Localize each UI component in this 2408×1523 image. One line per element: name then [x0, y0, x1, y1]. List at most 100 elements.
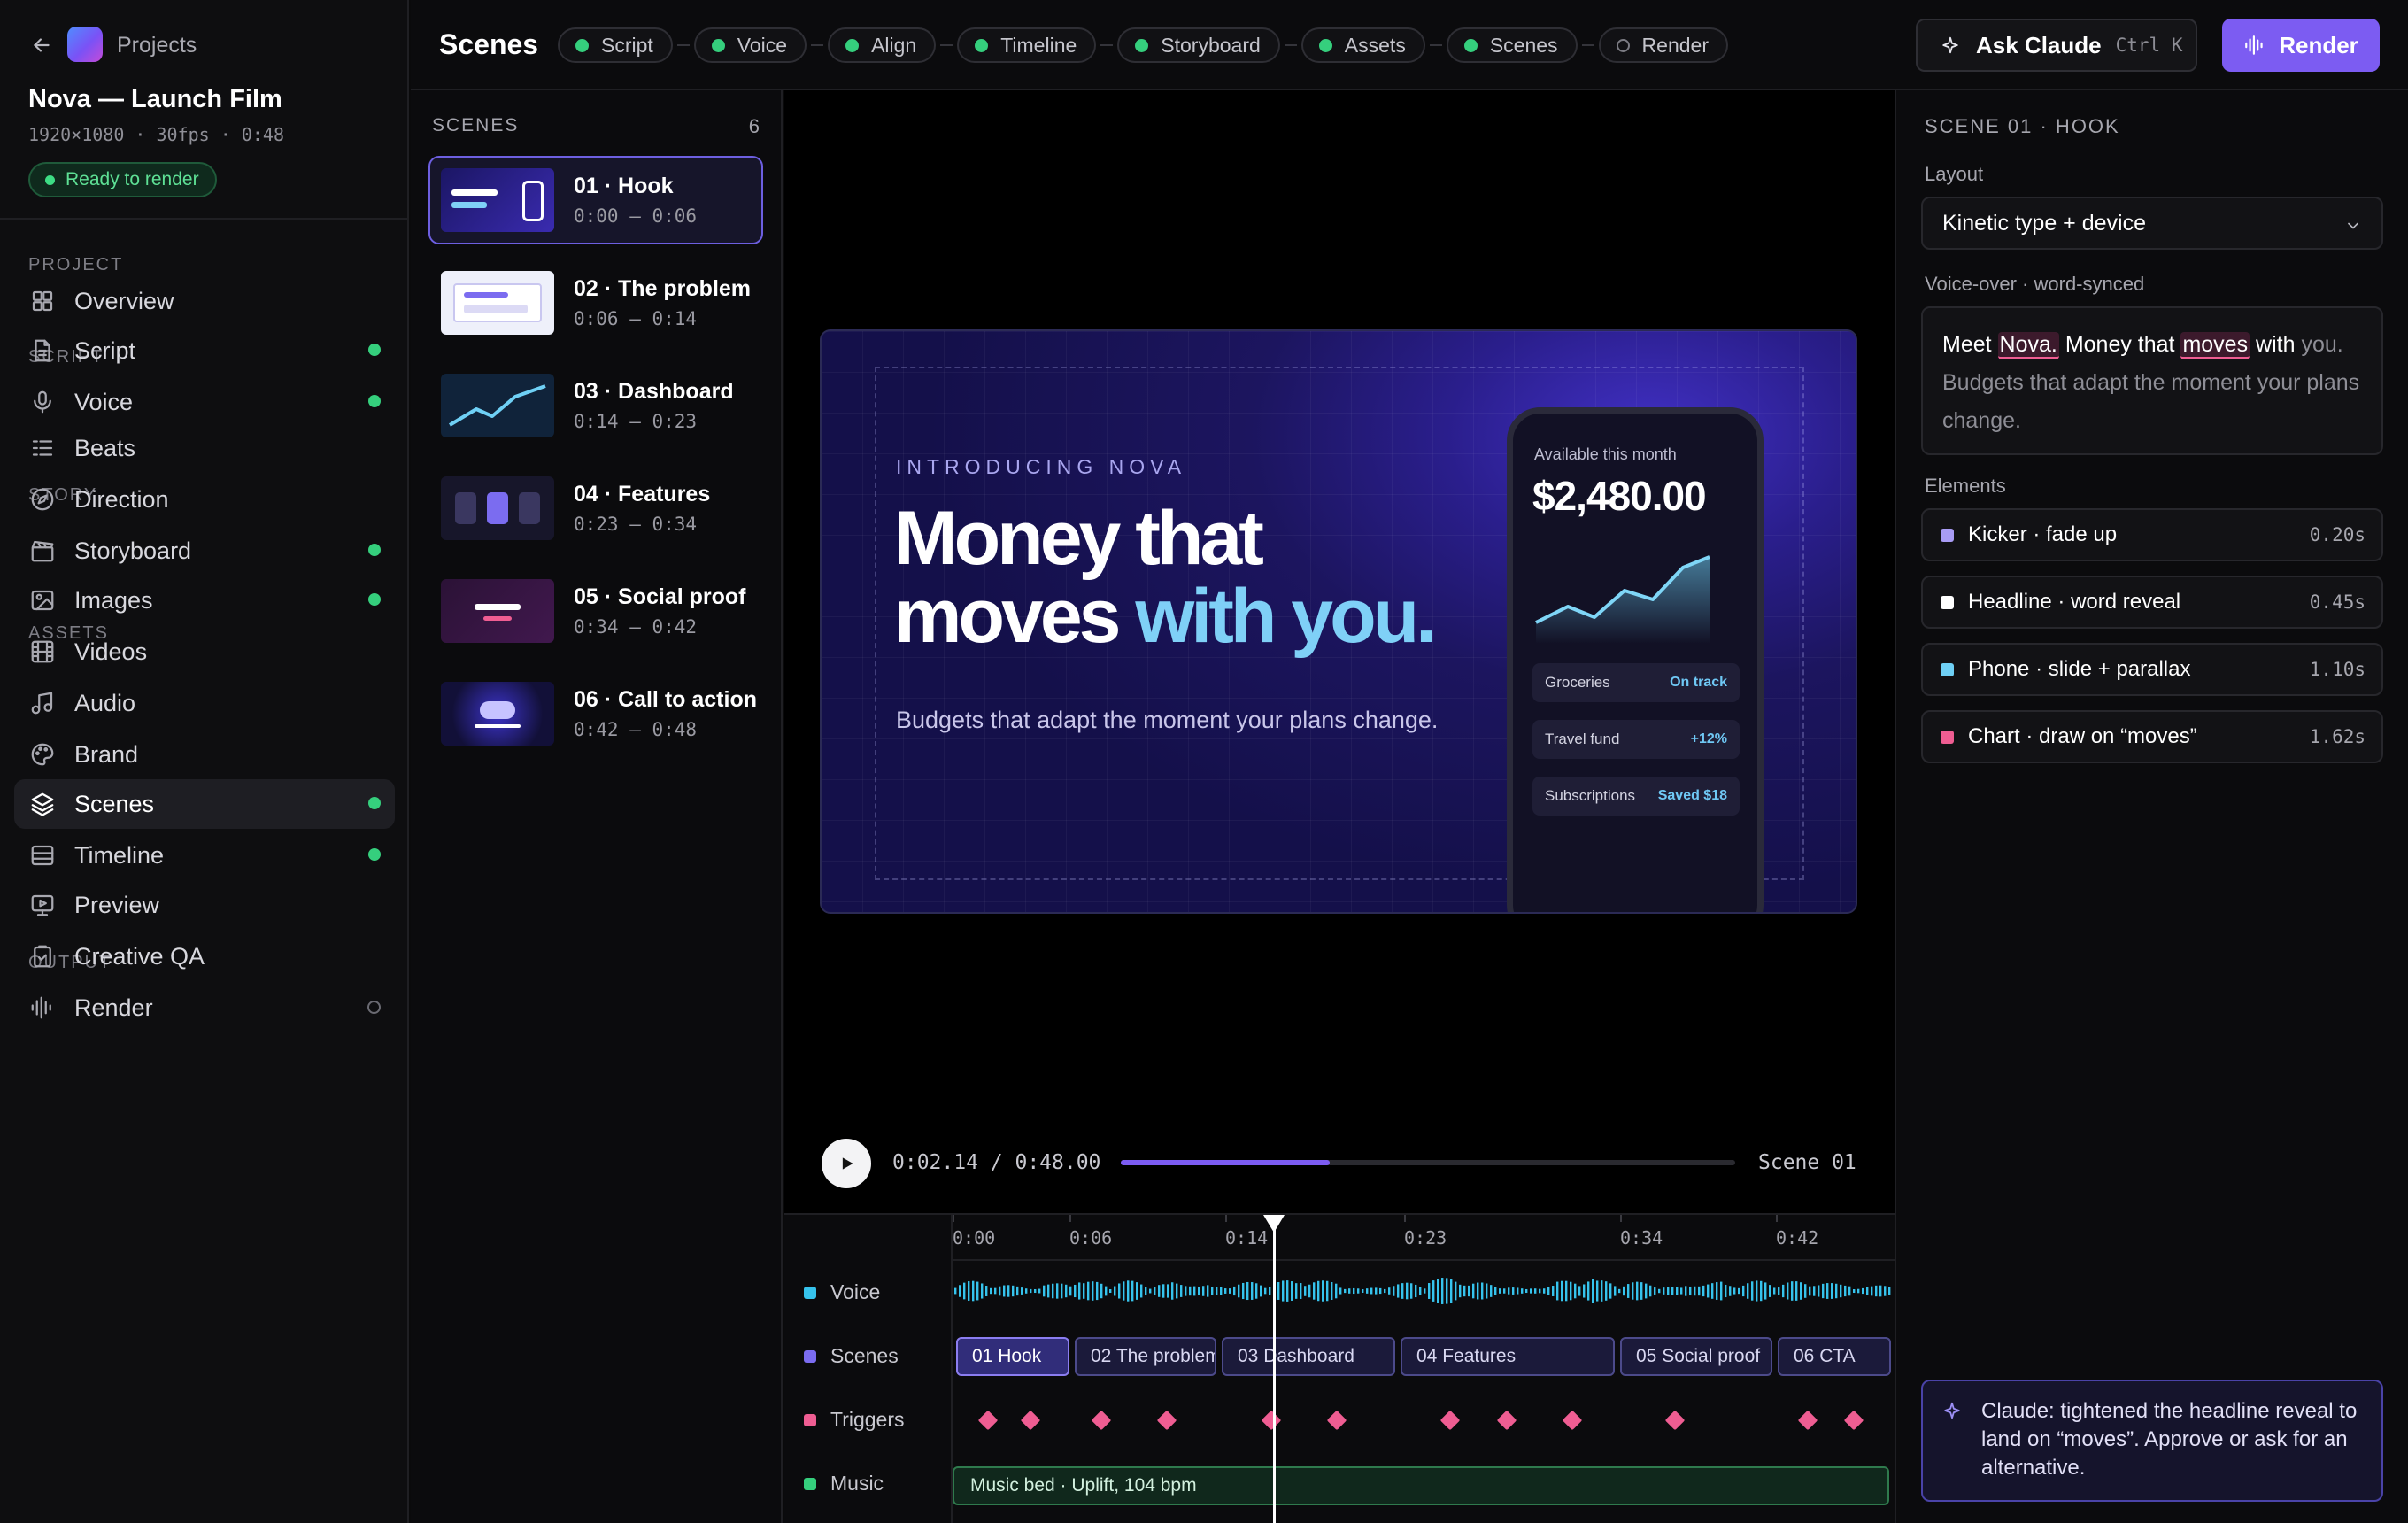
layout-select[interactable]: Kinetic type + device: [1921, 197, 2383, 250]
animation-element[interactable]: Headline · word reveal 0.45s: [1921, 576, 2383, 629]
trigger-keyframe[interactable]: [1091, 1410, 1112, 1431]
sidebar-item-brand[interactable]: Brand: [14, 730, 395, 779]
scene-clip[interactable]: 05 Social proof: [1620, 1337, 1772, 1376]
vo-word-highlight[interactable]: Nova.: [1997, 332, 2059, 359]
layout-label: Layout: [1925, 163, 1984, 185]
sidebar-item-overview[interactable]: Overview: [14, 276, 395, 326]
sidebar-item-render[interactable]: Render: [14, 983, 395, 1032]
step-connector: [1284, 44, 1297, 46]
step-align[interactable]: Align: [828, 27, 937, 63]
lane-label-text: Scenes: [830, 1344, 899, 1367]
sidebar-item-label: Render: [74, 993, 153, 1021]
sidebar-item-scenes[interactable]: Scenes: [14, 779, 395, 829]
step-script[interactable]: Script: [558, 27, 673, 63]
step-voice[interactable]: Voice: [693, 27, 807, 63]
scene-card[interactable]: 01 · Hook 0:00 – 0:06: [428, 156, 763, 244]
scene-preview-frame[interactable]: INTRODUCING NOVA Money that moves with y…: [820, 329, 1857, 914]
scene-card[interactable]: 04 · Features 0:23 – 0:34: [428, 464, 763, 553]
ruler-tick-mark: [1776, 1215, 1778, 1222]
scene-clip[interactable]: 02 The problem: [1075, 1337, 1216, 1376]
trigger-keyframe[interactable]: [1664, 1410, 1686, 1431]
scene-card[interactable]: 05 · Social proof 0:34 – 0:42: [428, 567, 763, 655]
trigger-keyframe[interactable]: [1439, 1410, 1461, 1431]
projects-link[interactable]: Projects: [117, 33, 197, 58]
sidebar-item-images[interactable]: Images: [14, 576, 395, 625]
sidebar-item-videos[interactable]: Videos: [14, 627, 395, 676]
timeline-ruler[interactable]: 0:00 0:06 0:14 0:23 0:34 0:42: [953, 1215, 1895, 1261]
step-render[interactable]: Render: [1598, 27, 1728, 63]
trigger-keyframe[interactable]: [1496, 1410, 1517, 1431]
sidebar-item-creative-qa[interactable]: Creative QA: [14, 932, 395, 981]
music-clip[interactable]: Music bed · Uplift, 104 bpm: [953, 1466, 1889, 1505]
status-pending-dot: [367, 1001, 381, 1014]
element-name: Chart · draw on “moves”: [1968, 724, 2197, 748]
scene-time-range: 0:34 – 0:42: [574, 616, 698, 638]
vo-word: Money that: [2065, 332, 2175, 357]
trigger-keyframe[interactable]: [1020, 1410, 1041, 1431]
sidebar-item-preview[interactable]: Preview: [14, 880, 395, 930]
trigger-keyframe[interactable]: [1261, 1410, 1282, 1431]
lane-color-swatch: [804, 1413, 816, 1426]
scrub-bar[interactable]: [1121, 1160, 1735, 1165]
clapperboard-icon: [27, 535, 58, 567]
sidebar-item-script[interactable]: Script: [14, 326, 395, 375]
lane-label-text: Triggers: [830, 1408, 905, 1431]
ruler-tick-mark: [1404, 1215, 1406, 1222]
claude-suggestion[interactable]: Claude: tightened the headline reveal to…: [1921, 1380, 2383, 1502]
sidebar-item-voice[interactable]: Voice: [14, 377, 395, 427]
voice-waveform[interactable]: [953, 1268, 1895, 1314]
trigger-keyframe[interactable]: [1562, 1410, 1583, 1431]
render-button[interactable]: Render: [2222, 19, 2380, 72]
status-complete-dot: [368, 593, 381, 606]
lane-color-swatch: [804, 1349, 816, 1363]
scene-card[interactable]: 03 · Dashboard 0:14 – 0:23: [428, 361, 763, 450]
project-header: Projects Nova — Launch Film 1920×1080 · …: [0, 0, 407, 220]
sidebar-item-beats[interactable]: Beats: [14, 423, 395, 473]
scrub-progress: [1121, 1160, 1330, 1165]
scene-card[interactable]: 06 · Call to action 0:42 – 0:48: [428, 669, 763, 758]
animation-element[interactable]: Phone · slide + parallax 1.10s: [1921, 643, 2383, 696]
timeline-lane-labels: Voice Scenes Triggers Music: [784, 1215, 953, 1523]
layers-icon: [27, 788, 58, 820]
scene-clip[interactable]: 03 Dashboard: [1222, 1337, 1395, 1376]
step-done-dot: [975, 38, 989, 52]
sidebar-item-label: Preview: [74, 891, 160, 918]
vo-word-highlight[interactable]: moves: [2180, 332, 2250, 359]
sidebar-item-storyboard[interactable]: Storyboard: [14, 526, 395, 576]
lane-color-swatch: [804, 1477, 816, 1490]
scene-name: 03 · Dashboard: [574, 379, 734, 404]
phone-mockup: Available this month $2,480.00 Groceries…: [1507, 407, 1764, 912]
step-label: Timeline: [1000, 33, 1077, 57]
scene-clip[interactable]: 01 Hook: [956, 1337, 1069, 1376]
step-storyboard[interactable]: Storyboard: [1117, 27, 1280, 63]
step-assets[interactable]: Assets: [1300, 27, 1425, 63]
top-header: Scenes Script Voice Align Timeline Storyboar…: [411, 0, 2408, 90]
trigger-keyframe[interactable]: [1797, 1410, 1818, 1431]
back-arrow-icon[interactable]: [27, 30, 57, 60]
sidebar-item-direction[interactable]: Direction: [14, 475, 395, 524]
step-scenes[interactable]: Scenes: [1446, 27, 1578, 63]
ask-claude-button[interactable]: Ask Claude Ctrl K: [1916, 19, 2197, 72]
scene-clip[interactable]: 04 Features: [1401, 1337, 1615, 1376]
trigger-keyframe[interactable]: [1326, 1410, 1347, 1431]
scene-clip[interactable]: 06 CTA: [1778, 1337, 1891, 1376]
ruler-tick-label: 0:14: [1225, 1227, 1269, 1249]
trigger-keyframe[interactable]: [1156, 1410, 1177, 1431]
step-connector: [811, 44, 824, 46]
sidebar-item-timeline[interactable]: Timeline: [14, 831, 395, 880]
play-button[interactable]: [822, 1139, 871, 1188]
voiceover-text[interactable]: Meet Nova. Money that moves with you. Bu…: [1921, 306, 2383, 455]
sidebar-item-audio[interactable]: Audio: [14, 678, 395, 728]
trigger-keyframe[interactable]: [977, 1410, 999, 1431]
animation-element[interactable]: Chart · draw on “moves” 1.62s: [1921, 710, 2383, 763]
sidebar-item-label: Voice: [74, 388, 134, 415]
playhead[interactable]: [1263, 1215, 1285, 1523]
scene-card[interactable]: 02 · The problem 0:06 – 0:14: [428, 259, 763, 347]
animation-element[interactable]: Kicker · fade up 0.20s: [1921, 508, 2383, 561]
current-scene-label: Scene 01: [1758, 1151, 1856, 1174]
scene-time-range: 0:14 – 0:23: [574, 411, 698, 432]
trigger-keyframe[interactable]: [1843, 1410, 1864, 1431]
timeline-icon: [27, 839, 58, 871]
sparkle-icon: [1944, 1402, 1960, 1419]
step-timeline[interactable]: Timeline: [957, 27, 1097, 63]
